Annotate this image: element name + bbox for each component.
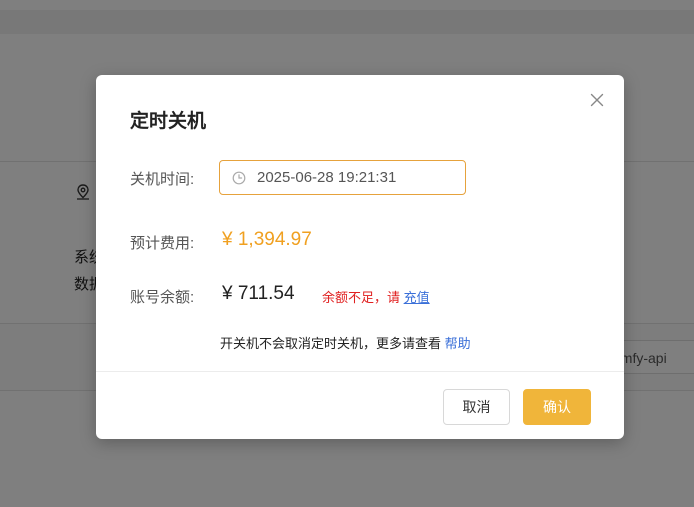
dialog-footer-divider: [96, 371, 624, 372]
clock-icon: [232, 171, 246, 185]
cancel-button[interactable]: 取消: [443, 389, 510, 425]
shutdown-time-value: 2025-06-28 19:21:31: [257, 169, 397, 186]
estimated-cost-label: 预计费用:: [130, 235, 195, 252]
dialog-title: 定时关机: [130, 111, 207, 132]
recharge-link[interactable]: 充值: [404, 290, 430, 305]
shutdown-note: 开关机不会取消定时关机，更多请查看 帮助: [220, 333, 471, 352]
shutdown-time-label: 关机时间:: [130, 171, 195, 188]
close-icon[interactable]: [588, 91, 606, 109]
help-link[interactable]: 帮助: [445, 336, 471, 351]
insufficient-balance-text: 余额不足，请: [322, 290, 404, 305]
balance-value: ¥ 711.54: [222, 283, 295, 304]
shutdown-time-picker[interactable]: 2025-06-28 19:21:31: [219, 160, 466, 195]
insufficient-balance-warning: 余额不足，请 充值: [322, 287, 430, 306]
estimated-cost-value: ¥ 1,394.97: [222, 229, 312, 250]
confirm-button[interactable]: 确认: [523, 389, 591, 425]
scheduled-shutdown-dialog: 定时关机 关机时间: 2025-06-28 19:21:31 预计费用: ¥ 1…: [96, 75, 624, 439]
note-text: 开关机不会取消定时关机，更多请查看: [220, 336, 445, 351]
page: 系统 数据 omfy-api 定时关机 关机时间: 2025-06-28 19:…: [0, 0, 694, 507]
balance-label: 账号余额:: [130, 289, 195, 306]
